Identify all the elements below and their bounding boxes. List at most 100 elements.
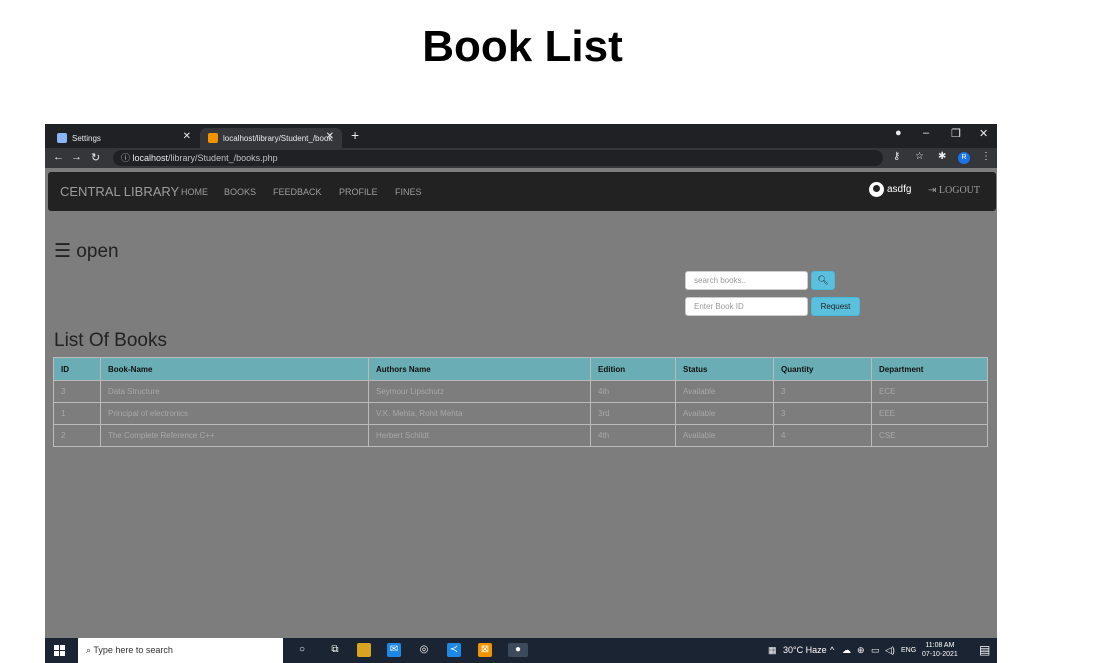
table-row: 2 The Complete Reference C++ Herbert Sch… [53, 424, 988, 447]
nav-fines[interactable]: FINES [395, 187, 422, 197]
settings-gear-icon [57, 133, 67, 143]
mail-icon[interactable]: ✉ [387, 643, 401, 657]
table-row: 1 Principal of electronics V.K. Mehta, R… [53, 402, 988, 425]
cell-status: Available [675, 402, 774, 425]
window-close-icon[interactable]: ✕ [979, 127, 988, 140]
col-authors: Authors Name [368, 357, 591, 381]
windows-start-icon[interactable] [54, 645, 65, 656]
username: asdfg [887, 184, 912, 195]
search-icon: 🔍︎ [817, 275, 829, 285]
cell-book-name: Principal of electronics [100, 402, 369, 425]
nav-books[interactable]: BOOKS [224, 187, 256, 197]
table-header-row: ID Book-Name Authors Name Edition Status… [53, 357, 988, 381]
cortana-icon[interactable]: ○ [295, 643, 309, 657]
volume-icon[interactable]: ◁) [885, 645, 895, 656]
book-id-field[interactable]: Enter Book ID [685, 297, 808, 316]
vscode-icon[interactable]: ≺ [447, 643, 461, 657]
taskbar-search-placeholder: Type here to search [93, 645, 173, 655]
clock-date: 07-10-2021 [922, 651, 958, 658]
maximize-icon[interactable]: ❐ [951, 127, 961, 140]
xampp-icon[interactable]: ⊠ [478, 643, 492, 657]
globe-icon[interactable]: ⊕ [857, 645, 865, 656]
site-navbar: CENTRAL LIBRARY HOME BOOKS FEEDBACK PROF… [48, 172, 996, 211]
user-icon [869, 182, 884, 197]
extensions-icon[interactable]: ✱ [938, 151, 946, 162]
network-icon[interactable]: ☁ [842, 645, 851, 656]
cell-id: 1 [53, 402, 101, 425]
tab-title: Settings [72, 133, 101, 143]
browser-tab-strip: Settings ✕ localhost/library/Student_/bo… [45, 124, 997, 148]
cell-department: ECE [871, 380, 988, 403]
url-field[interactable]: ⓘ localhost/library/Student_/books.php [113, 150, 883, 166]
cell-book-name: The Complete Reference C++ [100, 424, 369, 447]
battery-icon[interactable]: ▭ [871, 645, 880, 656]
cell-id: 2 [53, 424, 101, 447]
cell-department: EEE [871, 402, 988, 425]
cell-edition: 3rd [590, 402, 676, 425]
record-icon[interactable]: ● [895, 127, 902, 139]
notification-icon[interactable]: ▤ [979, 643, 990, 657]
cell-edition: 4th [590, 424, 676, 447]
books-table: ID Book-Name Authors Name Edition Status… [53, 357, 988, 447]
tab-books[interactable]: localhost/library/Student_/books ✕ [200, 128, 342, 148]
cell-authors: Seymour Lipschutz [368, 380, 591, 403]
key-icon[interactable]: ⚷ [893, 151, 900, 162]
col-department: Department [871, 357, 988, 381]
request-button[interactable]: Request [811, 297, 860, 316]
menu-icon[interactable]: ⋮ [981, 151, 991, 162]
cell-book-name: Data Structure [100, 380, 369, 403]
new-tab-icon[interactable]: + [351, 127, 359, 143]
minimize-icon[interactable]: – [923, 127, 929, 139]
xampp-icon [208, 133, 218, 143]
cell-quantity: 3 [773, 380, 872, 403]
brand-link[interactable]: CENTRAL LIBRARY [60, 184, 179, 199]
page-heading: Book List [422, 22, 623, 71]
cell-authors: V.K. Mehta, Rohit Mehta [368, 402, 591, 425]
info-icon: ⓘ [121, 153, 133, 163]
profile-avatar[interactable]: R [958, 152, 970, 164]
star-icon[interactable]: ☆ [915, 151, 924, 162]
col-edition: Edition [590, 357, 676, 381]
tray-chevron-icon[interactable]: ^ [830, 645, 834, 655]
language-indicator[interactable]: ENG [901, 647, 916, 654]
cell-authors: Herbert Schildt [368, 424, 591, 447]
user-menu[interactable]: asdfg [869, 182, 911, 197]
weather-text[interactable]: 30°C Haze [783, 645, 827, 655]
cell-id: 3 [53, 380, 101, 403]
url-path: /library/Student_/books.php [168, 153, 278, 163]
file-explorer-icon[interactable] [357, 643, 371, 657]
address-bar: ← → ↻ ⓘ localhost/library/Student_/books… [45, 148, 997, 168]
nav-profile[interactable]: PROFILE [339, 187, 378, 197]
close-tab-icon[interactable]: ✕ [326, 131, 334, 142]
taskbar-search-input[interactable]: ⌕ Type here to search [78, 638, 283, 663]
url-host: localhost [132, 153, 169, 163]
table-row: 3 Data Structure Seymour Lipschutz 4th A… [53, 380, 988, 403]
dell-icon[interactable]: ◎ [417, 643, 431, 657]
nav-home[interactable]: HOME [181, 187, 208, 197]
clock-time: 11:08 AM [925, 642, 955, 649]
cell-edition: 4th [590, 380, 676, 403]
back-icon[interactable]: ← [53, 151, 64, 163]
logout-icon: ⇥ [928, 185, 939, 196]
tab-settings[interactable]: Settings ✕ [49, 128, 199, 148]
close-tab-icon[interactable]: ✕ [183, 131, 191, 142]
col-status: Status [675, 357, 774, 381]
nav-feedback[interactable]: FEEDBACK [273, 187, 322, 197]
task-view-icon[interactable]: ⧉ [328, 643, 342, 657]
screenshot-frame: Settings ✕ localhost/library/Student_/bo… [45, 124, 997, 663]
cell-department: CSE [871, 424, 988, 447]
reload-icon[interactable]: ↻ [91, 151, 100, 164]
chrome-icon[interactable]: ● [508, 643, 528, 657]
sidebar-open-toggle[interactable]: ☰ open [54, 240, 119, 263]
col-book-name: Book-Name [100, 357, 369, 381]
search-input[interactable]: search books.. [685, 271, 808, 290]
col-quantity: Quantity [773, 357, 872, 381]
clock[interactable]: 11:08 AM 07-10-2021 [922, 641, 958, 659]
windows-taskbar: ⌕ Type here to search ○ ⧉ ✉ ◎ ≺ ⊠ ● ▦ 30… [45, 638, 997, 663]
list-title: List Of Books [54, 330, 167, 351]
weather-icon: ▦ [768, 645, 777, 655]
logout-label: LOGOUT [938, 185, 980, 196]
forward-icon[interactable]: → [71, 151, 82, 163]
search-button[interactable]: 🔍︎ [811, 271, 835, 290]
logout-button[interactable]: ⇥ LOGOUT [928, 185, 980, 196]
